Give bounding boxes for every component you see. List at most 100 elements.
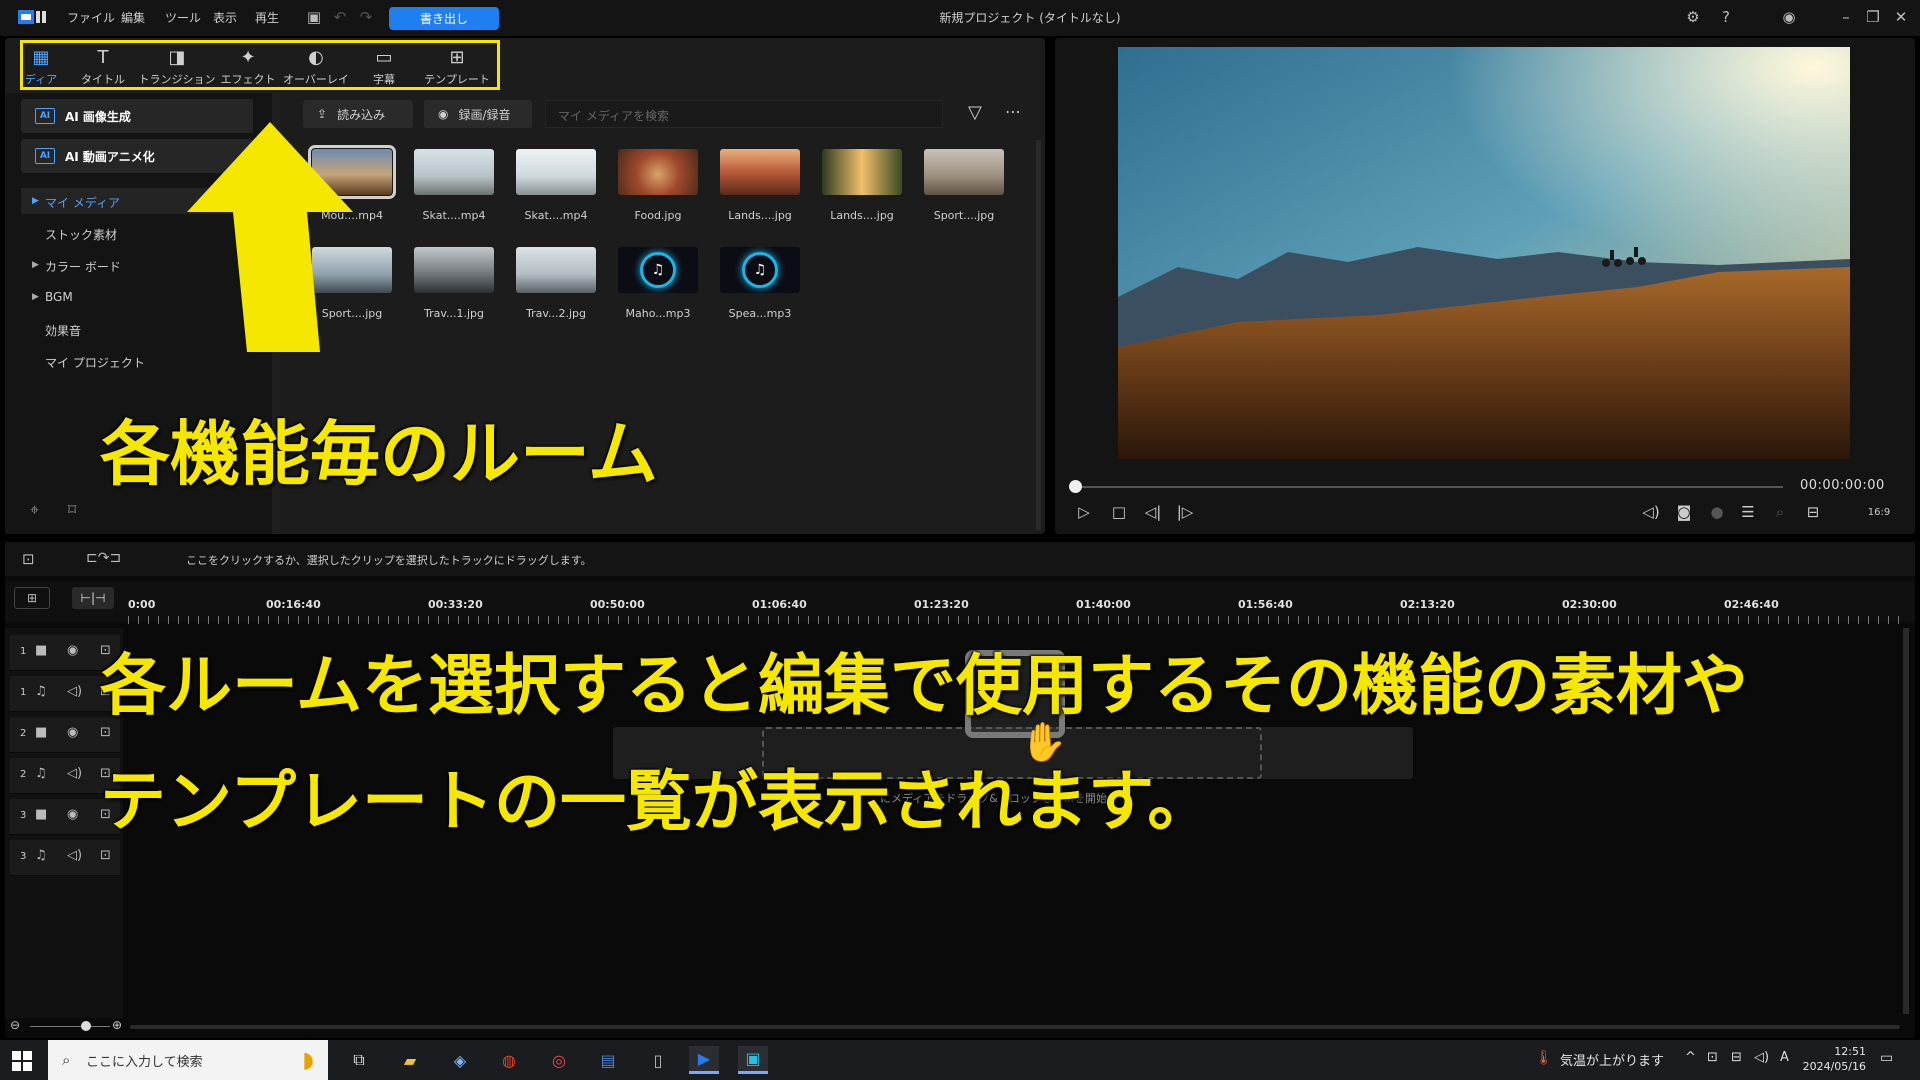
media-thumb[interactable]: [618, 149, 698, 195]
aspect-ratio-button[interactable]: 16:9: [1864, 500, 1894, 524]
tree-item-my-project[interactable]: マイ プロジェクト: [45, 354, 145, 371]
menu-edit[interactable]: 編集: [121, 9, 145, 26]
export-button[interactable]: 書き出し: [389, 7, 499, 30]
stop-icon[interactable]: □: [1106, 500, 1132, 524]
ruler-label: 01:06:40: [752, 598, 807, 611]
layout-icon[interactable]: ⊟: [1800, 500, 1826, 524]
zoom-out-icon[interactable]: ⊖: [10, 1018, 20, 1032]
file-explorer-icon[interactable]: ▰: [395, 1046, 425, 1074]
filter-icon[interactable]: ▽: [968, 102, 982, 123]
app-icon[interactable]: ◈: [445, 1046, 475, 1074]
tab-template[interactable]: ⊞ テンプレート: [417, 47, 497, 87]
tray-icon[interactable]: ⊡: [1707, 1050, 1718, 1065]
speaker-icon[interactable]: ◁): [67, 684, 82, 699]
powerdirector-icon[interactable]: ▶: [689, 1046, 719, 1074]
tray-expand-icon[interactable]: ^: [1685, 1050, 1696, 1065]
prev-frame-icon[interactable]: ◁|: [1140, 500, 1166, 524]
media-thumb[interactable]: [822, 149, 902, 195]
expand-arrow-icon[interactable]: ▶: [32, 196, 39, 206]
tree-item-my-media[interactable]: マイ メディア: [45, 194, 120, 211]
track-header-audio[interactable]: 3 ♫ ◁) ⊡: [10, 840, 120, 876]
media-thumb[interactable]: [720, 149, 800, 195]
menu-file[interactable]: ファイル: [67, 9, 115, 26]
task-view-icon[interactable]: ⧉: [344, 1046, 374, 1074]
notification-icon[interactable]: ▭: [1880, 1050, 1893, 1066]
next-frame-icon[interactable]: |▷: [1172, 500, 1198, 524]
chrome-icon[interactable]: ◍: [494, 1046, 524, 1074]
fit-timeline-icon[interactable]: ⊢|⊣: [72, 587, 114, 609]
settings-icon[interactable]: ⚙: [1683, 7, 1703, 27]
redo-icon[interactable]: ↷: [356, 7, 376, 27]
weather-widget[interactable]: 気温が上がります: [1560, 1050, 1664, 1069]
tab-subtitle[interactable]: ▭ 字幕: [349, 47, 419, 87]
expand-arrow-icon[interactable]: ▶: [32, 260, 39, 270]
add-track-icon[interactable]: ⊞: [14, 587, 50, 609]
undo-icon[interactable]: ↶: [330, 7, 350, 27]
zoom-in-icon[interactable]: ⊕: [112, 1018, 122, 1032]
eye-icon[interactable]: ◉: [67, 643, 78, 658]
lock-icon[interactable]: ⊡: [100, 848, 111, 863]
scrubber-handle[interactable]: [1069, 480, 1082, 493]
minimize-icon[interactable]: –: [1836, 7, 1856, 27]
tab-transition[interactable]: ◨ トランジション: [135, 47, 219, 87]
preview-scrubber[interactable]: [1075, 486, 1783, 488]
expand-arrow-icon[interactable]: ▶: [32, 292, 39, 302]
zoom-preview-icon[interactable]: ⌕: [1767, 500, 1793, 524]
snapshot-icon[interactable]: ◙: [1671, 500, 1697, 524]
speaker-icon[interactable]: ◁): [67, 848, 82, 863]
tab-effect[interactable]: ✦ エフェクト: [213, 47, 283, 87]
help-icon[interactable]: ?: [1716, 7, 1736, 27]
insert-mode-icon[interactable]: ⊏↷⊐: [86, 550, 121, 566]
tree-item-sfx[interactable]: 効果音: [45, 322, 81, 339]
timeline-vscrollbar[interactable]: [1903, 628, 1909, 1014]
taskbar-search-input[interactable]: ⌕ ここに入力して検索 ◗: [48, 1040, 328, 1080]
play-icon[interactable]: ▷: [1071, 500, 1097, 524]
app-icon[interactable]: ▣: [738, 1046, 768, 1074]
tab-title[interactable]: T タイトル: [68, 47, 138, 87]
media-thumb[interactable]: [516, 149, 596, 195]
media-thumb[interactable]: [414, 149, 494, 195]
eye-icon[interactable]: ◉: [67, 807, 78, 822]
zoom-slider-handle[interactable]: [81, 1021, 91, 1031]
speaker-icon[interactable]: ◁): [67, 766, 82, 781]
tree-item-bgm[interactable]: BGM: [45, 290, 73, 304]
tree-item-color-board[interactable]: カラー ボード: [45, 258, 121, 275]
network-icon[interactable]: ⊟: [1731, 1050, 1742, 1065]
add-tag-icon[interactable]: ⌖: [30, 500, 39, 520]
windows-start-icon[interactable]: [12, 1051, 32, 1071]
menu-play[interactable]: 再生: [255, 9, 279, 26]
zoom-slider[interactable]: [30, 1026, 110, 1027]
media-thumb[interactable]: [924, 149, 1004, 195]
timeline-hscrollbar[interactable]: [130, 1025, 1900, 1029]
app-icon[interactable]: ▤: [593, 1046, 623, 1074]
media-name: Maho...mp3: [625, 307, 691, 320]
media-search-input[interactable]: マイ メディアを検索: [545, 100, 943, 128]
media-thumb[interactable]: [414, 247, 494, 293]
record-button[interactable]: ◉ 録画/録音: [424, 100, 532, 128]
restore-icon[interactable]: ❐: [1863, 7, 1883, 27]
speaker-tray-icon[interactable]: ◁): [1754, 1050, 1769, 1065]
app-icon[interactable]: ◎: [544, 1046, 574, 1074]
more-icon[interactable]: ⋯: [1005, 102, 1021, 121]
taskbar-clock[interactable]: 12:51 2024/05/16: [1786, 1044, 1866, 1074]
close-icon[interactable]: ✕: [1891, 7, 1911, 27]
tag-icon[interactable]: ⌑: [68, 500, 76, 519]
subtitle-toggle-icon[interactable]: ☰: [1735, 500, 1761, 524]
tree-item-stock[interactable]: ストック素材: [45, 226, 117, 243]
account-icon[interactable]: ◉: [1779, 7, 1799, 27]
media-thumb[interactable]: ♫: [618, 247, 698, 293]
tab-media[interactable]: ▦ ディア: [23, 47, 59, 87]
timecode-display: 00:00:00:00: [1800, 478, 1885, 493]
tab-overlay[interactable]: ◐ オーバーレイ: [281, 47, 351, 87]
volume-icon[interactable]: ◁): [1638, 500, 1664, 524]
library-scrollbar[interactable]: [1036, 140, 1041, 530]
media-thumb[interactable]: ♫: [720, 247, 800, 293]
app-icon[interactable]: ▯: [643, 1046, 673, 1074]
media-thumb[interactable]: [516, 247, 596, 293]
save-icon[interactable]: ▣: [304, 7, 324, 27]
menu-tools[interactable]: ツール: [165, 9, 201, 26]
eye-icon[interactable]: ◉: [67, 725, 78, 740]
track-manager-icon[interactable]: ⊡: [22, 550, 35, 568]
record-voice-icon[interactable]: ●: [1704, 500, 1730, 524]
menu-view[interactable]: 表示: [213, 9, 237, 26]
